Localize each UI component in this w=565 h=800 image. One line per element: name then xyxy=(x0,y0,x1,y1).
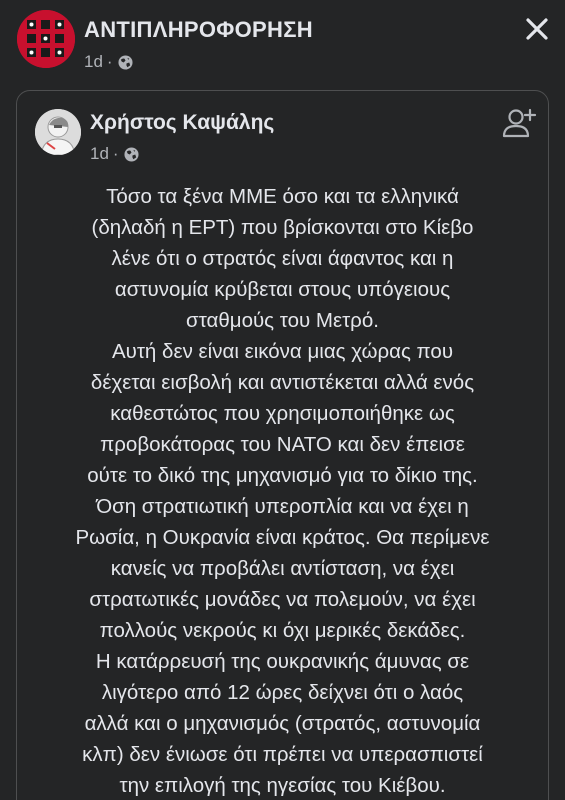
page-logo-image xyxy=(17,10,75,68)
post-text-line: Η κατάρρευσή της ουκρανικής άμυνας σε xyxy=(95,650,470,673)
author-name[interactable]: Χρήστος Καψάλης xyxy=(90,111,274,135)
post-timestamp[interactable]: 1d xyxy=(84,52,103,72)
post-text-line: προβοκάτορας του ΝΑΤΟ και δεν έπεισε xyxy=(100,433,465,456)
globe-icon xyxy=(124,146,139,162)
meta-separator: · xyxy=(106,52,113,71)
post-text-line: αστυνομία κρύβεται στους υπόγειους xyxy=(114,278,451,301)
page-post-meta: 1d · xyxy=(84,52,133,72)
post-text-line: αλλά και ο μηχανισμός (στρατός, αστυνομί… xyxy=(84,712,481,735)
page-name[interactable]: ΑΝΤΙΠΛΗΡΟΦΟΡΗΣΗ xyxy=(84,17,313,43)
page-avatar[interactable] xyxy=(17,10,75,68)
post-text-line: Τόσο τα ξένα ΜΜΕ όσο και τα ελληνικά xyxy=(106,185,459,208)
post-text-line: στρατωτικές μονάδες να πολεμούν, να έχει xyxy=(89,588,476,611)
post-text-line: λιγότερο από 12 ώρες δείχνει ότι ο λαός xyxy=(101,681,464,704)
post-text: Τόσο τα ξένα ΜΜΕ όσο και τα ελληνικά (δηλ… xyxy=(17,181,548,800)
post-text-line: την επιλογή της ηγεσίας του Κιέβου. xyxy=(119,774,446,797)
meta-separator: · xyxy=(112,144,119,163)
post-text-line: ούτε το δικό της μηχανισμό για το δίκιο … xyxy=(87,464,478,487)
post-text-line: (δηλαδή η ΕΡΤ) που βρίσκονται στο Κίεβο xyxy=(91,216,474,239)
shared-post-timestamp[interactable]: 1d xyxy=(90,144,109,164)
author-avatar-image xyxy=(35,109,81,155)
post-text-line: κανείς να προβάλει αντίσταση, να έχει xyxy=(110,557,455,580)
globe-icon xyxy=(118,54,133,70)
close-icon[interactable] xyxy=(522,14,552,44)
post-text-line: σταθμούς του Μετρό. xyxy=(186,309,379,332)
post-text-line: Ρωσία, η Ουκρανία είναι κράτος. Θα περίμ… xyxy=(75,526,490,549)
post-text-line: Όση στρατιωτική υπεροπλία και να έχει η xyxy=(96,495,469,518)
author-avatar[interactable] xyxy=(35,109,81,155)
shared-post-card[interactable]: Χρήστος Καψάλης 1d · Τόσο τα ξένα ΜΜΕ όσ… xyxy=(16,90,549,800)
post-text-line: λένε ότι ο στρατός είναι άφαντος και η xyxy=(111,247,454,270)
add-friend-icon[interactable] xyxy=(501,105,537,141)
shared-post-meta: 1d · xyxy=(90,144,139,164)
post-header: ΑΝΤΙΠΛΗΡΟΦΟΡΗΣΗ 1d · xyxy=(0,0,565,90)
post-text-line: κλπ) δεν ένιωσε ότι πρέπει να υπερασπιστ… xyxy=(82,743,483,766)
post-text-line: πολλούς νεκρούς κι όχι μερικές δεκάδες. xyxy=(99,619,466,642)
post-text-line: καθεστώτος που χρησιμοποιήθηκε ως xyxy=(110,402,455,425)
post-text-line: Αυτή δεν είναι εικόνα μιας χώρας που xyxy=(111,340,454,363)
post-text-line: δέχεται εισβολή και αντιστέκεται αλλά εν… xyxy=(90,371,475,394)
